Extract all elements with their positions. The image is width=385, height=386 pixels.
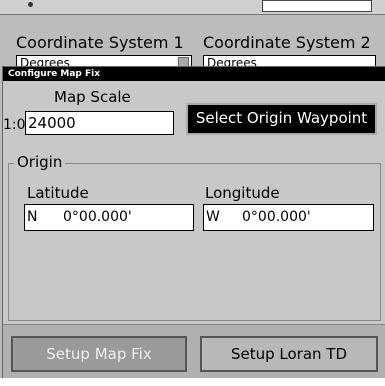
coordinate-system-1-select[interactable]: Degrees bbox=[16, 55, 192, 66]
latitude-input[interactable]: N 0°00.000' bbox=[24, 204, 194, 231]
coordinate-system-1-label: Coordinate System 1 bbox=[16, 33, 184, 52]
longitude-label: Longitude bbox=[205, 184, 280, 202]
coordinate-system-2-value: Degrees bbox=[207, 56, 257, 66]
select-origin-waypoint-button[interactable]: Select Origin Waypoint bbox=[186, 103, 377, 135]
longitude-input[interactable]: W 0°00.000' bbox=[203, 204, 374, 231]
longitude-value: 0°00.000' bbox=[242, 209, 311, 225]
latitude-value: 0°00.000' bbox=[63, 209, 132, 225]
map-scale-label: Map Scale bbox=[54, 88, 131, 106]
latitude-hemisphere: N bbox=[27, 209, 38, 225]
setup-map-fix-button[interactable]: Setup Map Fix bbox=[11, 336, 187, 372]
coordinate-system-2-label: Coordinate System 2 bbox=[203, 33, 371, 52]
coordinate-system-1-value: Degrees bbox=[20, 56, 70, 66]
dropdown-arrow-icon bbox=[178, 57, 189, 66]
longitude-hemisphere: W bbox=[206, 209, 220, 225]
latitude-label: Latitude bbox=[27, 184, 89, 202]
setup-loran-td-button[interactable]: Setup Loran TD bbox=[200, 336, 378, 372]
background-top-field bbox=[262, 0, 372, 12]
dialog-title: Configure Map Fix bbox=[3, 67, 385, 81]
configure-map-fix-dialog: Configure Map Fix Map Scale 1:00 24000 S… bbox=[2, 66, 385, 380]
background-window-bottom bbox=[0, 378, 385, 386]
background-dot-icon bbox=[28, 2, 33, 7]
origin-label: Origin bbox=[14, 153, 66, 171]
map-scale-input[interactable]: 24000 bbox=[25, 111, 174, 135]
coordinate-system-2-select[interactable]: Degrees bbox=[203, 55, 376, 66]
